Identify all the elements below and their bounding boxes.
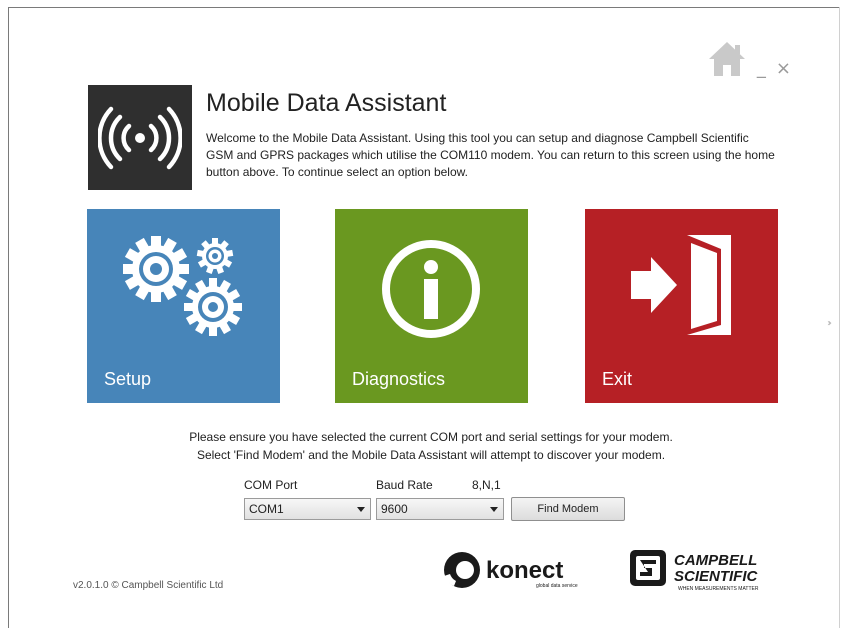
welcome-text: Welcome to the Mobile Data Assistant. Us…	[206, 131, 775, 179]
setup-tile[interactable]: Setup	[87, 209, 280, 403]
exit-label: Exit	[602, 369, 633, 389]
konect-tagline: global data service	[536, 583, 578, 589]
instructions-line-2: Select 'Find Modem' and the Mobile Data …	[196, 448, 666, 462]
wireless-signal-icon	[98, 106, 182, 169]
minimize-button[interactable]: _	[757, 60, 766, 78]
version-text: v2.0.1.0 © Campbell Scientific Ltd	[73, 580, 224, 591]
baud-rate-label: Baud Rate	[376, 478, 433, 492]
page-title: Mobile Data Assistant	[206, 89, 447, 117]
chevron-down-icon	[490, 507, 498, 512]
campbell-scientific-logo: CAMPBELL SCIENTIFIC WHEN MEASUREMENTS MA…	[630, 550, 759, 592]
serial-format-label: 8,N,1	[472, 478, 501, 492]
gears-icon	[123, 236, 242, 336]
campbell-tagline: WHEN MEASUREMENTS MATTER	[678, 586, 759, 592]
instructions: Please ensure you have selected the curr…	[0, 428, 847, 464]
next-page-arrow[interactable]: ››	[827, 318, 832, 329]
close-button[interactable]: ×	[776, 60, 791, 78]
diagnostics-label: Diagnostics	[352, 369, 446, 389]
info-icon	[382, 240, 480, 338]
baud-rate-value: 9600	[381, 502, 408, 516]
window-controls: _ ×	[707, 40, 791, 78]
baud-rate-select[interactable]: 9600	[376, 498, 504, 520]
campbell-line-1: CAMPBELL	[674, 552, 757, 569]
com-port-select[interactable]: COM1	[244, 498, 371, 520]
exit-tile[interactable]: Exit	[585, 209, 778, 403]
home-icon[interactable]	[707, 40, 747, 78]
diagnostics-tile[interactable]: Diagnostics	[335, 209, 528, 403]
chevron-down-icon	[357, 507, 365, 512]
find-modem-button[interactable]: Find Modem	[511, 497, 625, 521]
instructions-line-1: Please ensure you have selected the curr…	[189, 430, 673, 444]
window-edge	[839, 7, 840, 628]
com-port-label: COM Port	[244, 478, 298, 492]
exit-door-icon	[631, 235, 731, 335]
setup-label: Setup	[104, 369, 152, 389]
com-port-value: COM1	[249, 502, 284, 516]
campbell-line-2: SCIENTIFIC	[674, 568, 759, 585]
konect-logo: konect global data service	[444, 552, 578, 589]
konect-name: konect	[486, 557, 563, 584]
app-logo	[88, 85, 192, 190]
